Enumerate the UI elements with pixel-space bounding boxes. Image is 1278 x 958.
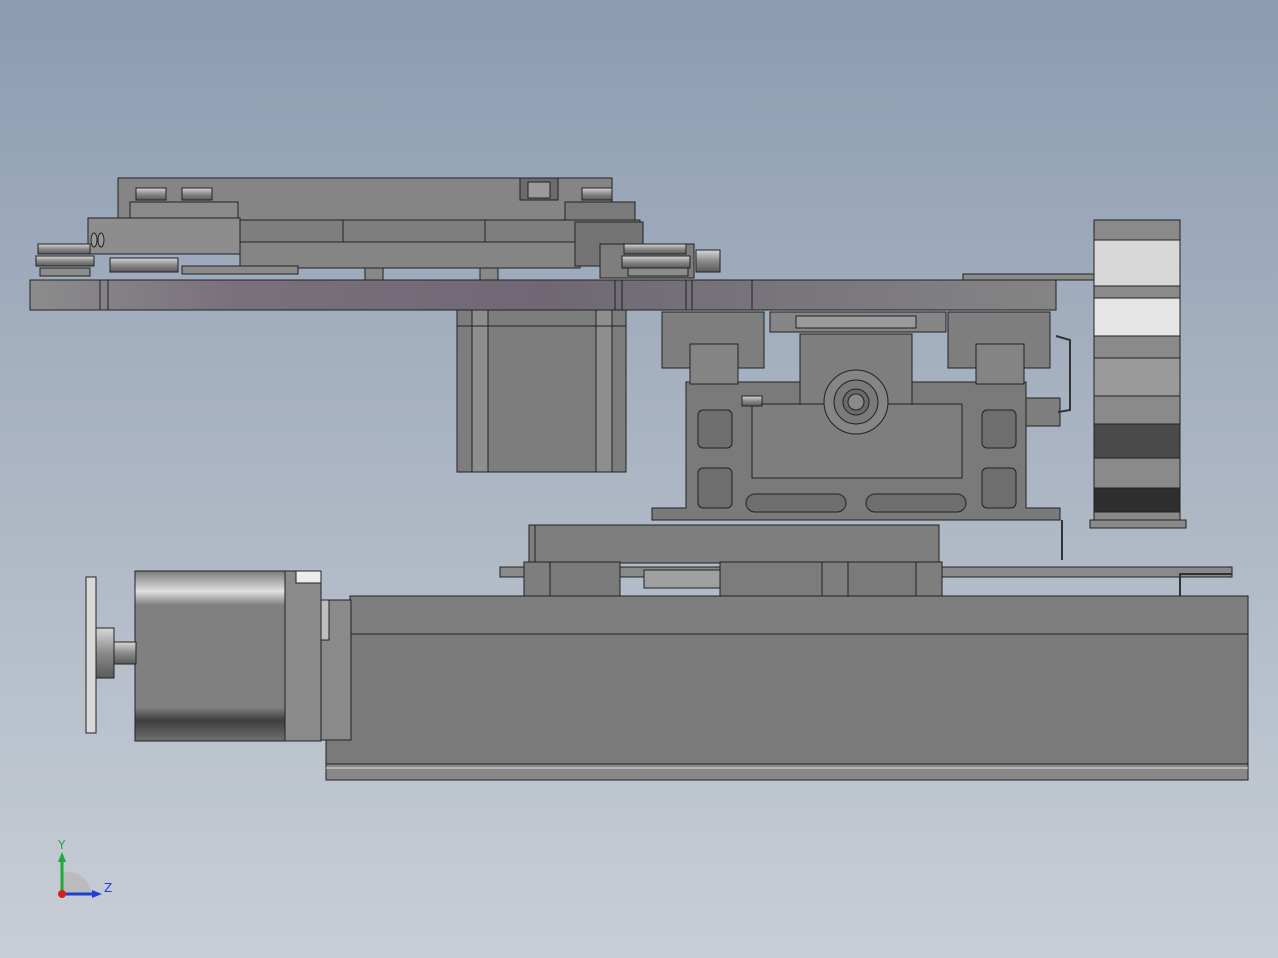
z-axis-label: Z: [104, 881, 113, 895]
linear-actuator-body[interactable]: [325, 595, 1249, 781]
y-axis-label: Y: [58, 838, 66, 852]
assembly-model[interactable]: [0, 0, 1278, 958]
z-arrowhead: [92, 890, 102, 898]
axis-triad: [58, 852, 102, 898]
handwheel[interactable]: [85, 576, 137, 734]
upper-mounting-plate[interactable]: [29, 279, 1057, 311]
cable-drag-chain[interactable]: [1055, 219, 1187, 560]
bearing-hub: [823, 369, 889, 435]
lower-stepper-motor[interactable]: [134, 570, 352, 742]
y-arrowhead: [58, 852, 66, 862]
cad-viewport[interactable]: Y Z: [0, 0, 1278, 958]
upper-stepper-motor[interactable]: [456, 309, 627, 473]
x-axis-dot: [58, 890, 66, 898]
